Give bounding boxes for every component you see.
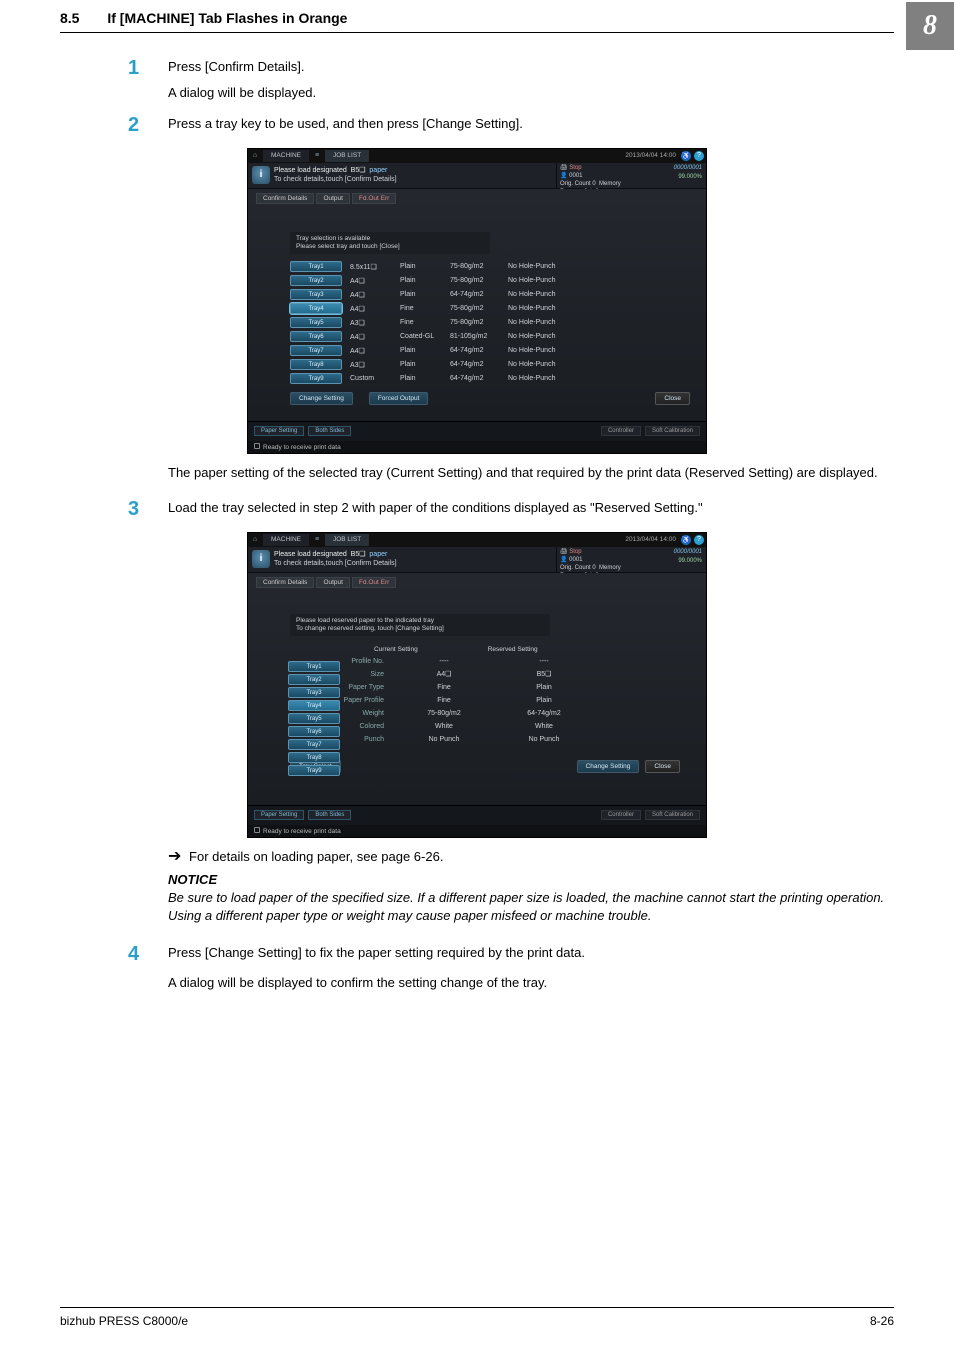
step-number: 4 <box>128 943 168 966</box>
footer-left: bizhub PRESS C8000/e <box>60 1314 188 1328</box>
page-footer: bizhub PRESS C8000/e 8-26 <box>60 1307 894 1328</box>
step-1: 1 Press [Confirm Details]. A dialog will… <box>128 57 894 108</box>
clock-label: 2013/04/04 14:00 <box>625 536 676 543</box>
section-title: If [MACHINE] Tab Flashes in Orange <box>107 10 347 26</box>
lock-icon <box>254 443 260 449</box>
bottom-both-sides[interactable]: Both Sides <box>308 810 351 820</box>
bottom-both-sides[interactable]: Both Sides <box>308 426 351 436</box>
step-text: A dialog will be displayed to confirm th… <box>168 973 585 993</box>
step-4: 4 Press [Change Setting] to fix the pape… <box>128 943 894 998</box>
subtab-output[interactable]: Output <box>316 577 350 588</box>
step-number: 1 <box>128 57 168 80</box>
tab-joblist[interactable]: JOB LIST <box>325 150 369 162</box>
accessibility-icon[interactable]: ♿ <box>681 151 691 161</box>
tray-button[interactable]: Tray7 <box>290 345 342 356</box>
tray-list: Tray18.5x11❏Plain75-80g/m2No Hole-Punch … <box>290 260 700 386</box>
tray-button[interactable]: Tray1 <box>288 661 340 672</box>
tray-button[interactable]: Tray6 <box>288 726 340 737</box>
tray-button[interactable]: Tray2 <box>290 275 342 286</box>
tray-button[interactable]: Tray4 <box>290 303 342 314</box>
bottom-controller[interactable]: Controller <box>601 426 641 436</box>
subtab-confirm[interactable]: Confirm Details <box>256 193 314 204</box>
step-2-after-text: The paper setting of the selected tray (… <box>168 464 894 483</box>
info-message: Please load designated B5❏ paper To chec… <box>274 163 556 188</box>
tray-button[interactable]: Tray6 <box>290 331 342 342</box>
list-icon[interactable]: ≡ <box>310 536 324 543</box>
ready-label: Ready to receive print data <box>263 444 341 451</box>
tray-button[interactable]: Tray1 <box>290 261 342 272</box>
subtab-fdout-err[interactable]: Fd.Out Err <box>352 577 396 588</box>
tray-button[interactable]: Tray3 <box>288 687 340 698</box>
accessibility-icon[interactable]: ♿ <box>681 535 691 545</box>
tray-button[interactable]: Tray8 <box>290 359 342 370</box>
tab-machine[interactable]: MACHINE <box>263 534 309 546</box>
close-button[interactable]: Close <box>655 392 690 405</box>
chapter-badge: 8 <box>906 2 954 50</box>
info-icon: i <box>252 550 270 568</box>
list-icon[interactable]: ≡ <box>310 152 324 159</box>
tray-button[interactable]: Tray8 <box>288 752 340 763</box>
tray-button[interactable]: Tray5 <box>290 317 342 328</box>
step-3: 3 Load the tray selected in step 2 with … <box>128 498 894 524</box>
step-text: Press a tray key to be used, and then pr… <box>168 114 523 134</box>
tray-button[interactable]: Tray9 <box>290 373 342 384</box>
tab-joblist[interactable]: JOB LIST <box>325 534 369 546</box>
info-message: Please load designated B5❏ paper To chec… <box>274 547 556 572</box>
bottom-soft-calib[interactable]: Soft Calibration <box>645 426 700 436</box>
help-icon[interactable]: ? <box>694 151 704 161</box>
bottom-controller[interactable]: Controller <box>601 810 641 820</box>
bottom-paper-setting[interactable]: Paper Setting <box>254 810 304 820</box>
tab-machine[interactable]: MACHINE <box>263 150 309 162</box>
tray-button[interactable]: Tray4 <box>288 700 340 711</box>
dialog-hint: Tray selection is available Please selec… <box>290 232 490 254</box>
subtab-confirm[interactable]: Confirm Details <box>256 577 314 588</box>
step-number: 3 <box>128 498 168 521</box>
step-text: Press [Confirm Details]. <box>168 57 316 77</box>
close-button[interactable]: Close <box>645 760 680 773</box>
home-icon[interactable]: ⌂ <box>248 536 262 543</box>
section-number: 8.5 <box>60 10 79 26</box>
reserved-setting-header: Reserved Setting <box>488 646 538 653</box>
arrow-icon: ➔ <box>168 848 181 865</box>
current-setting-header: Current Setting <box>374 646 418 653</box>
step-2: 2 Press a tray key to be used, and then … <box>128 114 894 140</box>
setting-compare-table: Profile No.-------- SizeA4❏B5❏ Paper Typ… <box>290 655 700 746</box>
tray-button[interactable]: Tray3 <box>290 289 342 300</box>
forced-output-button[interactable]: Forced Output <box>369 392 429 405</box>
change-setting-button[interactable]: Change Setting <box>290 392 353 405</box>
change-setting-button[interactable]: Change Setting <box>577 760 640 773</box>
subtab-output[interactable]: Output <box>316 193 350 204</box>
tray-button[interactable]: Tray7 <box>288 739 340 750</box>
clock-label: 2013/04/04 14:00 <box>625 152 676 159</box>
subtab-fdout-err[interactable]: Fd.Out Err <box>352 193 396 204</box>
info-icon: i <box>252 166 270 184</box>
step-number: 2 <box>128 114 168 137</box>
ready-label: Ready to receive print data <box>263 828 341 835</box>
step-text: Press [Change Setting] to fix the paper … <box>168 943 585 963</box>
machine-panel-screenshot-2: ⌂ MACHINE ≡ JOB LIST 2013/04/04 14:00 ♿ … <box>247 532 707 838</box>
tray-button[interactable]: Tray5 <box>288 713 340 724</box>
help-icon[interactable]: ? <box>694 535 704 545</box>
tray-list: Tray1 Tray2 Tray3 Tray4 Tray5 Tray6 Tray… <box>288 659 340 778</box>
notice-body: Be sure to load paper of the specified s… <box>168 889 894 925</box>
tray-button[interactable]: Tray2 <box>288 674 340 685</box>
dialog-hint: Please load reserved paper to the indica… <box>290 614 550 636</box>
step-text: Load the tray selected in step 2 with pa… <box>168 498 703 518</box>
lock-icon <box>254 827 260 833</box>
bottom-soft-calib[interactable]: Soft Calibration <box>645 810 700 820</box>
footer-right: 8-26 <box>870 1314 894 1328</box>
home-icon[interactable]: ⌂ <box>248 152 262 159</box>
tray-button[interactable]: Tray9 <box>288 765 340 776</box>
step-text: A dialog will be displayed. <box>168 83 316 103</box>
status-pane: 🖨 Stop 0000/0001 👤 0001 Orig. Count 0 Me… <box>556 547 706 572</box>
cross-ref-line: ➔ For details on loading paper, see page… <box>168 846 894 866</box>
machine-panel-screenshot-1: ⌂ MACHINE ≡ JOB LIST 2013/04/04 14:00 ♿ … <box>247 148 707 454</box>
bottom-paper-setting[interactable]: Paper Setting <box>254 426 304 436</box>
section-header: 8.5 If [MACHINE] Tab Flashes in Orange 8 <box>60 10 894 33</box>
notice-heading: NOTICE <box>168 872 894 887</box>
status-pane: 🖨 Stop 0000/0001 👤 0001 Orig. Count 0 Me… <box>556 163 706 188</box>
